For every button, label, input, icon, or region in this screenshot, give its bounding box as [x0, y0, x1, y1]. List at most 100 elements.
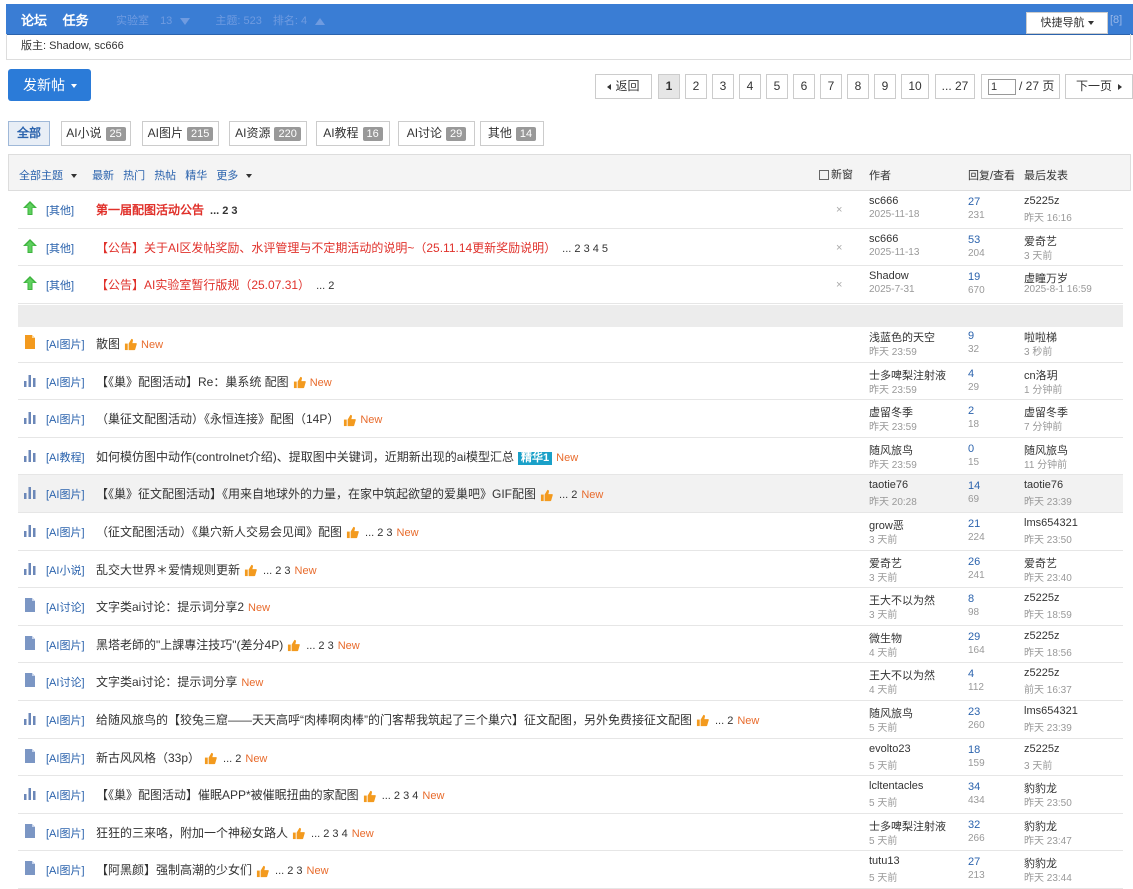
last-post-user[interactable]: z5225z [1024, 630, 1059, 642]
thread-category-tag[interactable]: [AI图片] [46, 524, 85, 540]
thread-title-link[interactable]: 如何模仿图中动作(controlnet介绍)、提取图中关键词，近期新出现的ai模… [96, 450, 514, 464]
last-post-time[interactable]: 前天 16:37 [1024, 681, 1072, 696]
thread-category-tag[interactable]: [其他] [46, 240, 74, 256]
last-post-time[interactable]: 3 天前 [1024, 247, 1052, 262]
thread-category-tag[interactable]: [AI小说] [46, 562, 85, 578]
thread-title-link[interactable]: 黑塔老師的"上課專注技巧"(差分4P) [96, 638, 283, 652]
category-ai-discussion[interactable]: AI讨论 29 [398, 121, 475, 146]
last-post-time[interactable]: 2025-8-1 16:59 [1024, 284, 1092, 295]
last-post-time[interactable]: 3 秒前 [1024, 343, 1052, 358]
page-link[interactable]: 5 [766, 74, 788, 99]
thread-author[interactable]: tutu13 [869, 855, 900, 867]
new-post-button[interactable]: 发新帖 [8, 69, 91, 101]
thread-title-link[interactable]: 【《巢》配图活动】催眠APP*被催眠扭曲的家配图 [96, 788, 359, 802]
nav-tasks-link[interactable]: 任务 [63, 13, 89, 28]
last-post-time[interactable]: 昨天 18:59 [1024, 606, 1072, 621]
page-link[interactable]: 6 [793, 74, 815, 99]
thread-category-tag[interactable]: [AI图片] [46, 637, 85, 653]
thread-author[interactable]: taotie76 [869, 479, 908, 491]
last-post-time[interactable]: 11 分钟前 [1024, 456, 1067, 471]
reply-count[interactable]: 29 [968, 631, 980, 643]
reply-count[interactable]: 19 [968, 271, 980, 283]
page-link[interactable]: 9 [874, 74, 896, 99]
last-post-time[interactable]: 3 天前 [1024, 757, 1052, 772]
thread-page-links[interactable]: ... 2 3 4 5 [562, 243, 608, 255]
filter-hot[interactable]: 热门 [123, 170, 145, 182]
page-link[interactable]: 8 [847, 74, 869, 99]
new-window-toggle[interactable]: 新窗 [819, 166, 853, 182]
thread-title-link[interactable]: 文字类ai讨论：提示词分享 [96, 675, 237, 689]
thread-page-links[interactable]: ... 2 3 4 [311, 828, 348, 840]
close-icon[interactable]: × [836, 242, 842, 254]
reply-count[interactable]: 14 [968, 480, 980, 492]
thread-category-tag[interactable]: [AI图片] [46, 825, 85, 841]
reply-count[interactable]: 21 [968, 518, 980, 530]
thread-title-link[interactable]: 给随风旅鸟的【狡兔三窟——天天高呼“肉棒啊肉棒”的门客帮我筑起了三个巢穴】征文配… [96, 713, 692, 727]
thread-page-links[interactable]: ... 2 3 4 [382, 790, 419, 802]
thread-title-link[interactable]: 【《巢》配图活动】Re：巢系统 配图 [96, 375, 289, 389]
thread-title-link[interactable]: 【阿黑颜】强制高潮的少女们 [96, 863, 252, 877]
thread-category-tag[interactable]: [AI图片] [46, 862, 85, 878]
thread-page-links[interactable]: ... 2 3 [263, 565, 291, 577]
reply-count[interactable]: 32 [968, 819, 980, 831]
back-button[interactable]: 返回 [595, 74, 652, 99]
thread-author[interactable]: lcltentacles [869, 780, 923, 792]
thread-category-tag[interactable]: [其他] [46, 277, 74, 293]
last-post-user[interactable]: z5225z [1024, 667, 1059, 679]
last-post-time[interactable]: 1 分钟前 [1024, 381, 1062, 396]
last-post-time[interactable]: 昨天 23:40 [1024, 569, 1072, 584]
last-post-user[interactable]: z5225z [1024, 592, 1059, 604]
close-icon[interactable]: × [836, 279, 842, 291]
next-page-button[interactable]: 下一页 [1065, 74, 1133, 99]
last-post-time[interactable]: 昨天 16:16 [1024, 209, 1072, 224]
reply-count[interactable]: 27 [968, 856, 980, 868]
thread-category-tag[interactable]: [AI图片] [46, 374, 85, 390]
thread-page-links[interactable]: ... 2 [559, 489, 577, 501]
thread-category-tag[interactable]: [AI图片] [46, 750, 85, 766]
quick-nav-button[interactable]: 快捷导航 [1026, 12, 1108, 34]
thread-title-link[interactable]: （巢征文配图活动）《永恒连接》配图（14P） [96, 412, 339, 426]
thread-title-link[interactable]: （征文配图活动）《巢穴新人交易会见闻》配图 [96, 525, 342, 539]
reply-count[interactable]: 9 [968, 330, 974, 342]
filter-more[interactable]: 更多 [216, 170, 258, 182]
reply-count[interactable]: 53 [968, 234, 980, 246]
last-post-user[interactable]: lms654321 [1024, 705, 1078, 717]
category-ai-resource[interactable]: AI资源 220 [229, 121, 307, 146]
last-post-time[interactable]: 昨天 23:39 [1024, 493, 1072, 508]
reply-count[interactable]: 18 [968, 744, 980, 756]
thread-title-link[interactable]: 文字类ai讨论：提示词分享2 [96, 600, 244, 614]
last-post-user[interactable]: taotie76 [1024, 479, 1063, 491]
page-link[interactable]: 4 [739, 74, 761, 99]
thread-category-tag[interactable]: [AI教程] [46, 449, 85, 465]
last-post-time[interactable]: 昨天 23:47 [1024, 832, 1072, 847]
thread-title-link[interactable]: 【《巢》征文配图活动】《用来自地球外的力量，在家中筑起欲望的爱巢吧》GIF配图 [96, 487, 536, 501]
thread-title-link[interactable]: 散图 [96, 337, 120, 351]
reply-count[interactable]: 34 [968, 781, 980, 793]
page-link[interactable]: 7 [820, 74, 842, 99]
page-link-last[interactable]: ... 27 [935, 74, 975, 99]
thread-title-link[interactable]: 【公告】关于AI区发帖奖励、水评管理与不定期活动的说明~（25.11.14更新奖… [96, 241, 556, 255]
thread-title-link[interactable]: 狂狂的三来咯，附加一个神秘女路人 [96, 826, 288, 840]
thread-page-links[interactable]: ... 2 [223, 753, 241, 765]
thread-page-links[interactable]: ... 2 [316, 280, 334, 292]
category-ai-tutorial[interactable]: AI教程 16 [316, 121, 390, 146]
thread-author[interactable]: Shadow [869, 270, 909, 282]
thread-title-link[interactable]: 第一届配图活动公告 [96, 203, 204, 217]
page-jump-input[interactable]: 1 [988, 78, 1016, 95]
filter-latest[interactable]: 最新 [92, 170, 114, 182]
category-other[interactable]: 其他 14 [480, 121, 544, 146]
reply-count[interactable]: 4 [968, 668, 974, 680]
nav-forum-link[interactable]: 论坛 [21, 13, 47, 28]
reply-count[interactable]: 0 [968, 443, 974, 455]
thread-author[interactable]: sc666 [869, 195, 898, 207]
reply-count[interactable]: 8 [968, 593, 974, 605]
thread-category-tag[interactable]: [其他] [46, 202, 74, 218]
thread-category-tag[interactable]: [AI图片] [46, 787, 85, 803]
category-ai-image[interactable]: AI图片 215 [142, 121, 219, 146]
close-icon[interactable]: × [836, 204, 842, 216]
last-post-time[interactable]: 昨天 23:50 [1024, 531, 1072, 546]
page-link[interactable]: 1 [658, 74, 680, 99]
page-link[interactable]: 2 [685, 74, 707, 99]
thread-page-links[interactable]: ... 2 3 [365, 527, 393, 539]
thread-category-tag[interactable]: [AI讨论] [46, 599, 85, 615]
